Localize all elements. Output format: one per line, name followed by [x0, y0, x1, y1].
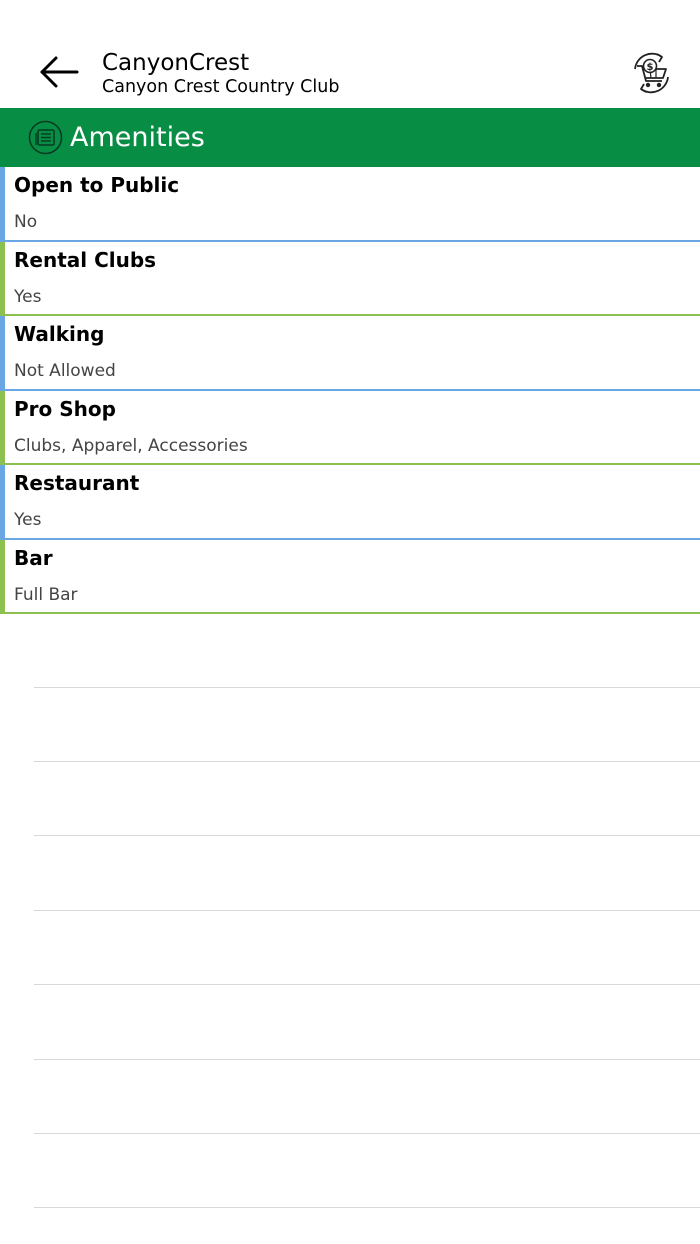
- amenity-value: Yes: [14, 286, 42, 307]
- amenity-value: Full Bar: [14, 584, 78, 605]
- amenity-value: Yes: [14, 510, 42, 530]
- amenities-screen: CanyonCrest Canyon Crest Country Club $ …: [0, 0, 700, 1244]
- shopping-cart-dollar-refresh-icon: $: [626, 49, 676, 97]
- empty-list-area: [34, 613, 700, 1244]
- amenity-name: Open to Public: [14, 173, 180, 197]
- list-divider: [34, 910, 700, 911]
- list-divider: [34, 687, 700, 688]
- section-banner: Amenities: [0, 108, 700, 167]
- list-divider: [34, 1133, 700, 1134]
- amenity-list: Open to Public No Rental Clubs Yes Walki…: [0, 167, 700, 614]
- list-divider: [34, 761, 700, 762]
- list-item: Rental Clubs Yes: [0, 241, 700, 316]
- section-title: Amenities: [70, 122, 205, 153]
- amenity-name: Rental Clubs: [14, 247, 157, 272]
- list-item: Restaurant Yes: [0, 465, 700, 540]
- list-divider: [34, 1207, 700, 1208]
- amenity-value: Clubs, Apparel, Accessories: [14, 435, 248, 456]
- arrow-left-icon: [34, 50, 84, 94]
- list-item: Bar Full Bar: [0, 539, 700, 614]
- list-divider: [34, 984, 700, 985]
- amenity-name: Restaurant: [14, 471, 140, 495]
- page-title: CanyonCrest: [102, 50, 250, 76]
- page-subtitle: Canyon Crest Country Club: [102, 77, 340, 97]
- app-header: CanyonCrest Canyon Crest Country Club $: [0, 0, 700, 108]
- amenity-value: Not Allowed: [14, 361, 116, 381]
- list-item: Walking Not Allowed: [0, 316, 700, 391]
- back-button[interactable]: [34, 50, 84, 94]
- list-item: Pro Shop Clubs, Apparel, Accessories: [0, 390, 700, 465]
- amenity-name: Pro Shop: [14, 396, 116, 421]
- list-item: Open to Public No: [0, 167, 700, 242]
- amenity-name: Bar: [14, 545, 53, 570]
- list-divider: [34, 835, 700, 836]
- amenity-value: No: [14, 212, 38, 232]
- header-title-block: CanyonCrest Canyon Crest Country Club: [102, 50, 582, 98]
- list-divider: [34, 1059, 700, 1060]
- svg-text:$: $: [647, 62, 654, 73]
- amenity-name: Walking: [14, 322, 105, 346]
- shop-cart-button[interactable]: $: [626, 49, 676, 97]
- list-document-icon: [28, 120, 63, 155]
